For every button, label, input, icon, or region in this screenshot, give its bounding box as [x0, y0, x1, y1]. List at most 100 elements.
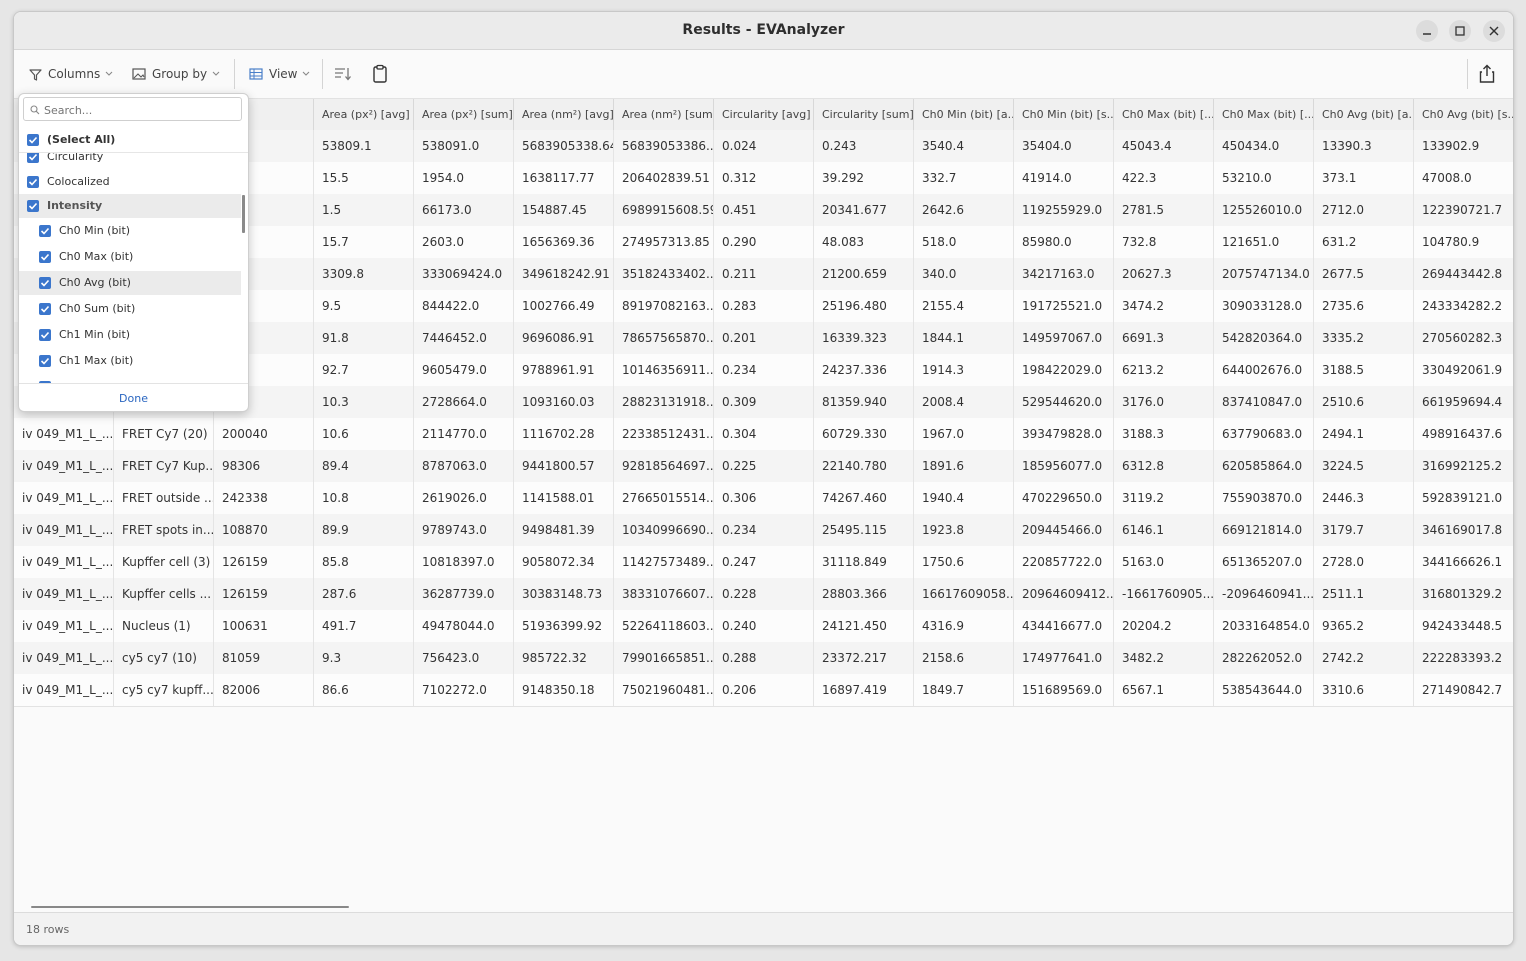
- column-checkbox[interactable]: [39, 224, 51, 237]
- column-checkbox[interactable]: [39, 328, 51, 341]
- table-cell: 0.304: [714, 418, 814, 450]
- table-cell: 85.8: [314, 546, 414, 578]
- table-cell: 985722.32: [514, 642, 614, 674]
- column-checkbox[interactable]: [39, 276, 51, 289]
- select-all-checkbox[interactable]: [27, 134, 39, 146]
- table-row[interactable]: iv 049_M1_L_... FRET spots in... 108870 89.…: [14, 514, 1513, 547]
- table-cell: 2494.1: [1314, 418, 1414, 450]
- group-by-button[interactable]: Group by: [132, 64, 220, 84]
- column-checkbox[interactable]: [39, 302, 51, 315]
- table-cell: 9.3: [314, 642, 414, 674]
- column-header[interactable]: Area (nm²) [avg]: [514, 99, 614, 131]
- column-label: Ch0 Min (bit): [59, 223, 131, 237]
- table-cell: 3310.6: [1314, 674, 1414, 706]
- export-button[interactable]: [1475, 62, 1499, 86]
- table-cell: 243334282.2: [1414, 290, 1513, 322]
- search-input[interactable]: [42, 100, 240, 120]
- table-cell: -2096460941...: [1214, 578, 1314, 610]
- table-cell: 51936399.92: [514, 610, 614, 642]
- table-cell: 28803.366: [814, 578, 914, 610]
- column-list-item[interactable]: Intensity: [19, 194, 241, 218]
- maximize-button[interactable]: [1449, 20, 1471, 42]
- horizontal-scrollbar[interactable]: [31, 906, 349, 908]
- column-header[interactable]: Ch0 Min (bit) [s...: [1014, 99, 1114, 131]
- columns-popup: (Select All) Circularity Colocalized Inten…: [18, 93, 249, 412]
- close-button[interactable]: [1483, 20, 1505, 42]
- table-cell: 2619026.0: [414, 482, 514, 514]
- table-cell: 206402839.51: [614, 162, 714, 194]
- table-cell: 2114770.0: [414, 418, 514, 450]
- table-row[interactable]: iv 049_M1_L_... FRET Cy7 (20) 200040 10.6 21…: [14, 418, 1513, 451]
- table-row[interactable]: iv 049_M1_L_... Nucleus (1) 100631 491.7 494…: [14, 610, 1513, 643]
- column-list-item[interactable]: Ch0 Avg (bit): [19, 270, 241, 295]
- table-cell: 271490842.7: [1414, 674, 1513, 706]
- table-cell: 78657565870...: [614, 322, 714, 354]
- column-list-item[interactable]: [19, 375, 241, 383]
- column-header[interactable]: Circularity [sum]: [814, 99, 914, 131]
- column-checkbox[interactable]: [27, 200, 39, 212]
- column-header[interactable]: Ch0 Max (bit) [...: [1114, 99, 1214, 131]
- column-list-item[interactable]: Ch1 Min (bit): [19, 323, 241, 347]
- table-cell: 631.2: [1314, 226, 1414, 258]
- column-search[interactable]: [23, 97, 242, 121]
- table-cell: 1750.6: [914, 546, 1014, 578]
- column-list-item[interactable]: Ch0 Sum (bit): [19, 297, 241, 321]
- column-header[interactable]: Ch0 Avg (bit) [a...: [1314, 99, 1414, 131]
- table-cell: 0.283: [714, 290, 814, 322]
- column-header[interactable]: Ch0 Avg (bit) [s...: [1414, 99, 1513, 131]
- minimize-button[interactable]: [1416, 20, 1438, 42]
- column-list-item[interactable]: Circularity: [19, 153, 241, 169]
- popup-footer: Done: [19, 383, 248, 411]
- table-row[interactable]: iv 049_M1_L_... cy5 cy7 (10) 81059 9.3 75642…: [14, 642, 1513, 675]
- table-cell: 53809.1: [314, 130, 414, 162]
- column-header[interactable]: Ch0 Min (bit) [a...: [914, 99, 1014, 131]
- column-checkbox[interactable]: [39, 250, 51, 263]
- sort-button[interactable]: [331, 62, 355, 86]
- column-list-item[interactable]: Ch0 Min (bit): [19, 219, 241, 243]
- column-header[interactable]: Area (nm²) [sum]: [614, 99, 714, 131]
- column-list-item[interactable]: Ch0 Max (bit): [19, 245, 241, 269]
- table-row[interactable]: iv 049_M1_L_... FRET Cy7 Kup... 98306 89.4 8…: [14, 450, 1513, 483]
- select-all-item[interactable]: (Select All): [19, 128, 248, 153]
- checkmark-icon: [28, 136, 38, 144]
- table-cell: 56839053386...: [614, 130, 714, 162]
- column-header[interactable]: Area (px²) [sum]: [414, 99, 514, 131]
- table-cell: 340.0: [914, 258, 1014, 290]
- table-cell: 1002766.49: [514, 290, 614, 322]
- list-scrollbar[interactable]: [242, 195, 245, 233]
- columns-button[interactable]: Columns: [29, 64, 113, 84]
- table-cell: 287.6: [314, 578, 414, 610]
- table-cell: 0.243: [814, 130, 914, 162]
- table-row[interactable]: iv 049_M1_L_... cy5 cy7 kupff... 82006 86.6…: [14, 674, 1513, 707]
- column-checkbox[interactable]: [27, 175, 39, 188]
- table-cell: 154887.45: [514, 194, 614, 226]
- table-cell: iv 049_M1_L_...: [14, 642, 114, 674]
- table-row[interactable]: iv 049_M1_L_... FRET outside ... 242338 10.…: [14, 482, 1513, 515]
- column-header[interactable]: Circularity [avg]: [714, 99, 814, 131]
- table-cell: 269443442.8: [1414, 258, 1513, 290]
- column-list-item[interactable]: Ch1 Max (bit): [19, 349, 241, 373]
- table-cell: 3482.2: [1114, 642, 1214, 674]
- done-button[interactable]: Done: [19, 392, 248, 405]
- column-header[interactable]: Ch0 Max (bit) [...: [1214, 99, 1314, 131]
- column-checkbox[interactable]: [27, 153, 39, 163]
- table-cell: 844422.0: [414, 290, 514, 322]
- table-cell: 86.6: [314, 674, 414, 706]
- table-cell: 1891.6: [914, 450, 1014, 482]
- table-cell: 10340996690...: [614, 514, 714, 546]
- group-by-label: Group by: [152, 67, 208, 81]
- column-header[interactable]: Area (px²) [avg]: [314, 99, 414, 131]
- column-list-item[interactable]: Colocalized: [19, 170, 241, 194]
- table-cell: 5163.0: [1114, 546, 1214, 578]
- table-cell: 3176.0: [1114, 386, 1214, 418]
- table-row[interactable]: iv 049_M1_L_... Kupffer cells ... 126159 28…: [14, 578, 1513, 611]
- view-button[interactable]: View: [249, 64, 310, 84]
- column-checkbox[interactable]: [39, 354, 51, 367]
- table-cell: 0.225: [714, 450, 814, 482]
- table-cell: 0.211: [714, 258, 814, 290]
- table-cell: 330492061.9: [1414, 354, 1513, 386]
- table-cell: 450434.0: [1214, 130, 1314, 162]
- table-cell: 15.7: [314, 226, 414, 258]
- clipboard-button[interactable]: [368, 62, 392, 86]
- table-row[interactable]: iv 049_M1_L_... Kupffer cell (3) 126159 85.…: [14, 546, 1513, 579]
